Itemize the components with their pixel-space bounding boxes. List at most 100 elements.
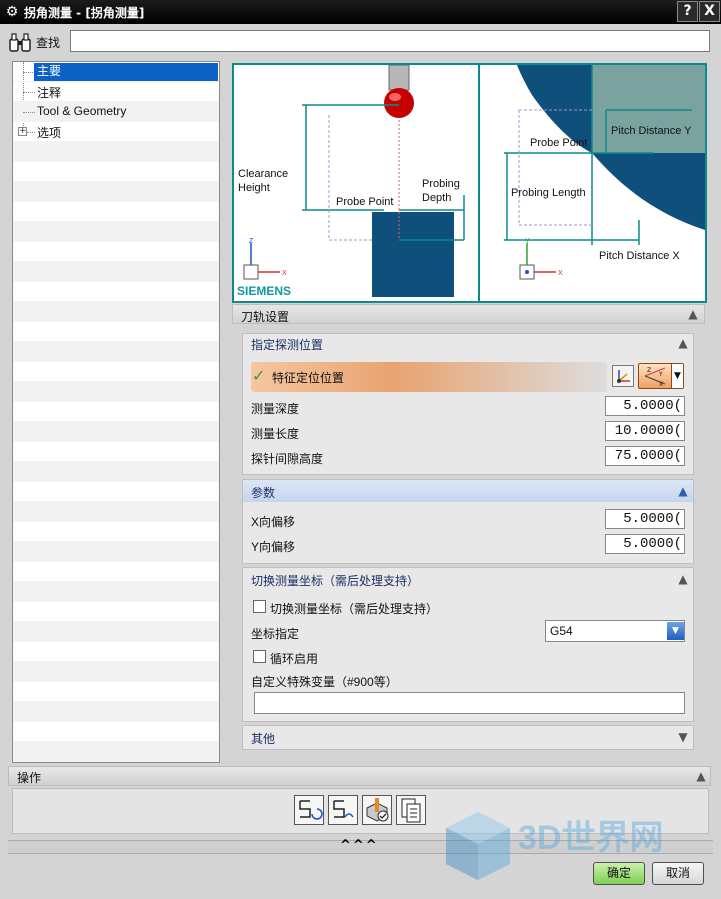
chevron-down-icon[interactable]: ▼ (667, 622, 684, 640)
tree-empty-row (13, 362, 219, 382)
tree-item-notes[interactable]: 注释 (13, 82, 219, 102)
probe-shank-shape (388, 64, 410, 91)
coord-switch-collapse-icon[interactable]: ▲ (674, 570, 692, 588)
csys-icon (617, 370, 630, 383)
tree-empty-row (13, 722, 219, 742)
coord-spec-select[interactable]: G54 ▼ (545, 620, 685, 642)
tree-empty-row (13, 162, 219, 182)
clearance-height-label: Clearance Height (238, 168, 288, 194)
tree-empty-row (13, 282, 219, 302)
custom-var-label: 自定义特殊变量（#900等） (251, 675, 398, 689)
axis-x-left-label: X (282, 270, 287, 277)
tree-item-tool-geometry-label: Tool & Geometry (37, 104, 127, 118)
siemens-logo: SIEMENS (237, 284, 291, 298)
axis-z-label: Z (249, 238, 254, 245)
params-header[interactable] (243, 480, 693, 502)
generate-button[interactable] (294, 795, 324, 825)
y-offset-input[interactable]: 5.0000( (605, 534, 685, 554)
verify-icon (366, 798, 389, 822)
path-settings-header[interactable]: 刀轨设置 ▲ (232, 304, 705, 324)
operations-title: 操作 (17, 771, 42, 785)
cancel-button[interactable]: 取消 (652, 862, 704, 885)
operations-header[interactable]: 操作 ▲ (8, 766, 711, 786)
tree-item-main-label: 主要 (34, 63, 218, 81)
coord-switch-checkbox-label: 切换测量坐标（需后处理支持） (270, 602, 439, 616)
tree-empty-row (13, 442, 219, 462)
pitch-distance-y-label: Pitch Distance Y (611, 125, 692, 137)
probe-position-collapse-icon[interactable]: ▲ (674, 334, 692, 352)
loop-enable-label: 循环启用 (270, 652, 319, 666)
loop-enable-checkbox[interactable] (253, 650, 266, 663)
chevron-down-icon: ▼ (671, 364, 683, 388)
probe-clearance-height-input[interactable]: 75.0000( (605, 446, 685, 466)
tree-empty-row (13, 622, 219, 642)
tree-empty-row (13, 262, 219, 282)
search-input[interactable] (70, 30, 710, 52)
tree-item-options[interactable]: 选项 (13, 122, 219, 142)
y-offset-label: Y向偏移 (251, 540, 296, 554)
csys-type-dropdown[interactable]: Z Y X ▼ (638, 363, 684, 389)
tree-empty-row (13, 242, 219, 262)
probe-position-title: 指定探测位置 (251, 338, 324, 352)
verify-button[interactable] (362, 795, 392, 825)
tree-empty-row (13, 502, 219, 522)
tree-item-notes-label: 注释 (37, 86, 62, 100)
binoculars-icon (9, 33, 33, 53)
replay-icon (333, 800, 354, 818)
tree-empty-row (13, 422, 219, 442)
list-icon (401, 798, 421, 823)
tree-empty-row (13, 602, 219, 622)
close-button[interactable]: X (699, 1, 720, 22)
tree-empty-row (13, 402, 219, 422)
replay-button[interactable] (328, 795, 358, 825)
tree-item-main[interactable]: 主要 (13, 62, 219, 82)
operations-collapse-icon[interactable]: ▲ (692, 767, 710, 785)
tree-empty-row (13, 522, 219, 542)
axis-x-right-label: X (558, 270, 563, 277)
other-title: 其他 (251, 732, 276, 746)
window-title: 拐角测量 - [拐角测量] (24, 6, 145, 20)
measure-length-label: 测量长度 (251, 427, 300, 441)
coord-spec-label: 坐标指定 (251, 627, 300, 641)
svg-text:X: X (659, 381, 663, 388)
list-button[interactable] (396, 795, 426, 825)
expand-icon[interactable]: + (18, 127, 27, 136)
navigation-tree: 主要 注释 Tool & Geometry 选项 + (12, 61, 220, 763)
svg-text:Y: Y (658, 371, 663, 378)
expand-arrows-icon[interactable]: ^^^ (340, 838, 379, 853)
tree-empty-row (13, 582, 219, 602)
watermark-text: 3D世界网 (518, 819, 664, 857)
probing-length-label: Probing Length (511, 187, 586, 199)
tree-empty-row (13, 542, 219, 562)
checkmark-icon: ✓ (252, 366, 266, 385)
diagram-divider (478, 63, 480, 303)
help-button[interactable]: ? (677, 1, 698, 22)
csys-dialog-button[interactable] (612, 365, 634, 387)
measure-length-input[interactable]: 10.0000( (605, 421, 685, 441)
ok-button[interactable]: 确定 (593, 862, 645, 885)
x-offset-input[interactable]: 5.0000( (605, 509, 685, 529)
workpiece-block-shape (372, 212, 454, 297)
cube-icon (446, 812, 510, 880)
coord-switch-checkbox[interactable] (253, 600, 266, 613)
path-settings-title: 刀轨设置 (241, 310, 290, 324)
probe-diagram: Clearance Height Probe Point Probing Depth… (232, 63, 707, 303)
diagram-svg: Clearance Height Probe Point Probing Depth… (237, 64, 705, 298)
tree-empty-row (13, 342, 219, 362)
feature-location-label: 特征定位位置 (272, 371, 345, 385)
coord-switch-title: 切换测量坐标（需后处理支持） (251, 574, 420, 588)
gear-icon[interactable]: ⚙ (3, 3, 21, 21)
params-title: 参数 (251, 486, 276, 500)
tree-empty-row (13, 562, 219, 582)
tree-empty-row (13, 662, 219, 682)
other-expand-icon[interactable]: ▼ (674, 728, 692, 746)
collapse-chevron-icon[interactable]: ▲ (684, 305, 702, 323)
measure-depth-input[interactable]: 5.0000( (605, 396, 685, 416)
tree-empty-row (13, 222, 219, 242)
other-group[interactable] (242, 725, 694, 750)
probe-point-left-label: Probe Point (336, 196, 393, 208)
params-collapse-icon[interactable]: ▲ (674, 482, 692, 500)
tree-item-tool-geometry[interactable]: Tool & Geometry (13, 102, 219, 122)
probe-ball-shape (384, 88, 414, 118)
custom-var-input[interactable] (254, 692, 685, 714)
